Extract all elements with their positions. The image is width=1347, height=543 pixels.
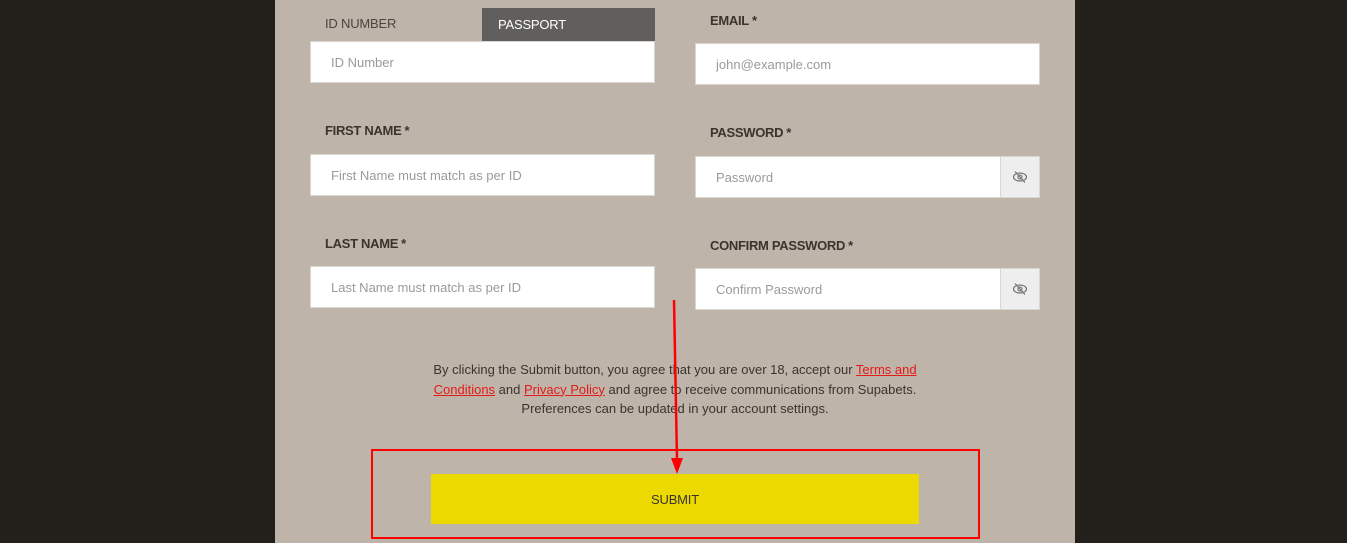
consent-text-part: By clicking the Submit button, you agree… bbox=[433, 362, 856, 377]
confirm-password-label-text: CONFIRM PASSWORD bbox=[710, 238, 846, 253]
password-label-text: PASSWORD bbox=[710, 125, 784, 140]
email-field[interactable] bbox=[695, 43, 1040, 85]
id-number-field[interactable] bbox=[310, 41, 655, 83]
password-field[interactable] bbox=[695, 156, 1040, 198]
last-name-field[interactable] bbox=[310, 266, 655, 308]
required-mark: * bbox=[786, 125, 791, 140]
first-name-label-text: FIRST NAME bbox=[325, 123, 402, 138]
first-name-input[interactable] bbox=[311, 155, 654, 195]
consent-text-part: and bbox=[495, 381, 524, 397]
required-mark: * bbox=[404, 123, 410, 138]
consent-text: By clicking the Submit button, you agree… bbox=[405, 360, 945, 419]
password-input[interactable] bbox=[696, 157, 1001, 197]
privacy-policy-link[interactable]: Privacy Policy bbox=[524, 382, 605, 397]
password-label: PASSWORD * bbox=[710, 125, 791, 140]
tab-passport-label: PASSPORT bbox=[498, 17, 566, 32]
eye-slash-icon bbox=[1012, 171, 1028, 183]
first-name-label: FIRST NAME * bbox=[325, 123, 410, 138]
required-mark: * bbox=[848, 238, 853, 253]
required-mark: * bbox=[401, 236, 406, 251]
first-name-field[interactable] bbox=[310, 154, 655, 196]
confirm-password-input[interactable] bbox=[696, 269, 1001, 309]
tab-id-number[interactable]: ID NUMBER bbox=[325, 16, 396, 31]
email-label-text: EMAIL bbox=[710, 13, 749, 28]
tab-passport[interactable]: PASSPORT bbox=[482, 8, 655, 41]
id-number-input[interactable] bbox=[311, 42, 654, 82]
eye-slash-icon bbox=[1012, 283, 1028, 295]
confirm-password-visibility-toggle[interactable] bbox=[1000, 269, 1039, 309]
last-name-label-text: LAST NAME bbox=[325, 236, 399, 251]
submit-button[interactable]: SUBMIT bbox=[431, 474, 919, 524]
email-label: EMAIL * bbox=[710, 13, 757, 28]
email-input[interactable] bbox=[696, 44, 1039, 84]
confirm-password-label: CONFIRM PASSWORD * bbox=[710, 238, 853, 253]
registration-form-panel: ID NUMBER PASSPORT FIRST NAME* LAST NAME… bbox=[275, 0, 1075, 543]
confirm-password-field[interactable] bbox=[695, 268, 1040, 310]
last-name-input[interactable] bbox=[311, 267, 654, 307]
required-mark: * bbox=[751, 13, 757, 28]
password-visibility-toggle[interactable] bbox=[1000, 157, 1039, 197]
last-name-label: LAST NAME * bbox=[325, 236, 406, 251]
